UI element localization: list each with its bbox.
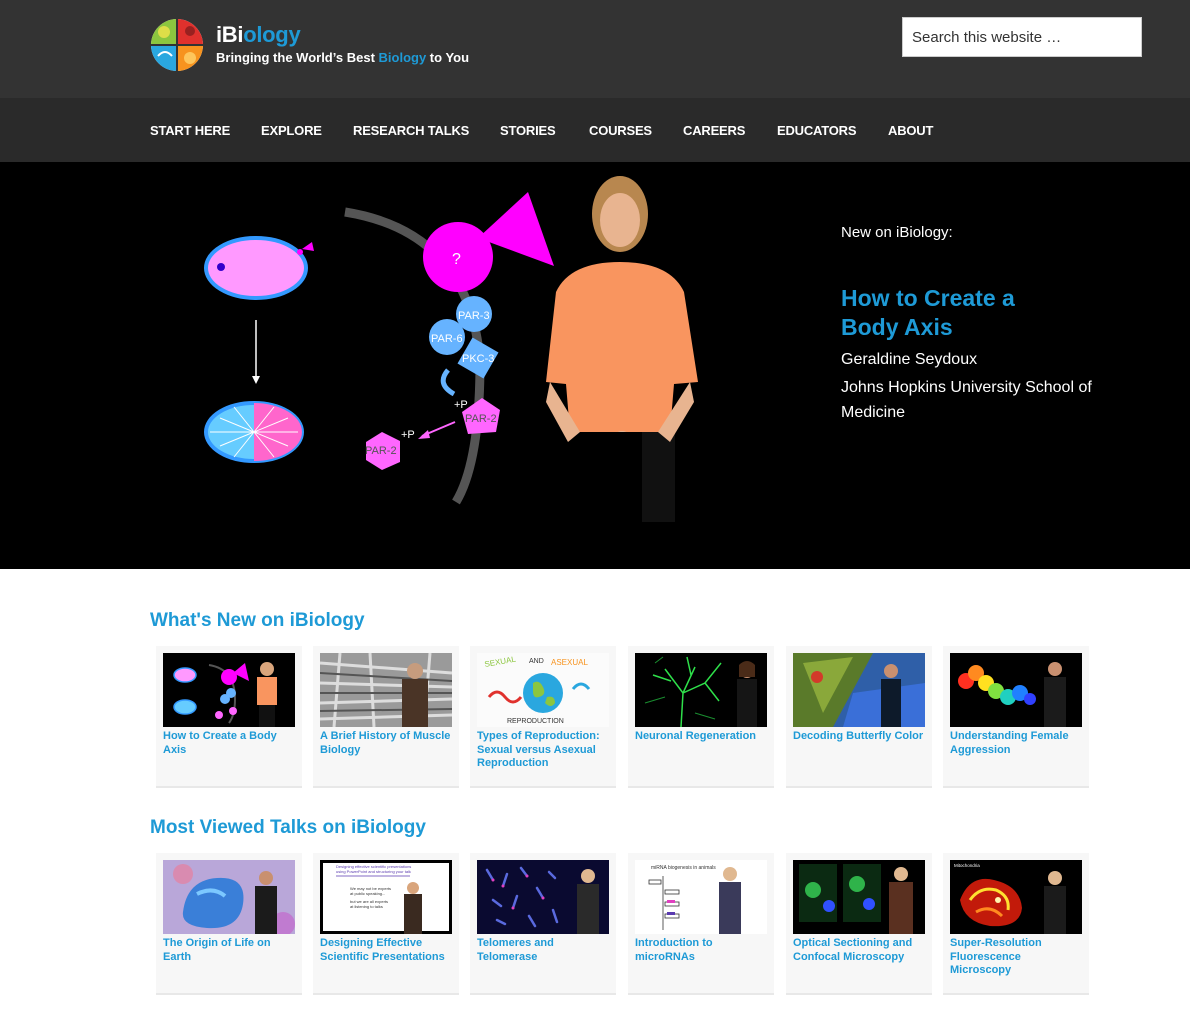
- video-thumbnail: [477, 860, 609, 934]
- video-title: Telomeres and Telomerase: [477, 937, 554, 963]
- video-title: Neuronal Regeneration: [635, 730, 757, 742]
- search-input[interactable]: [902, 17, 1142, 57]
- video-thumbnail: [793, 653, 925, 727]
- video-title: Decoding Butterfly Color: [793, 730, 924, 742]
- hero-diagram-label: +P: [401, 429, 415, 441]
- video-thumbnail: [320, 653, 452, 727]
- video-title: Super-Resolution Fluorescence Microscopy: [950, 937, 1042, 976]
- video-card[interactable]: Telomeres and Telomerase: [470, 853, 616, 995]
- hero-kicker: New on iBiology:: [841, 224, 953, 241]
- video-card[interactable]: Optical Sectioning and Confocal Microsco…: [786, 853, 932, 995]
- hero-speaker: Geraldine Seydoux: [841, 351, 978, 368]
- tagline-part-c: to You: [426, 50, 470, 65]
- video-card[interactable]: miRNA biogenesis in animals Introduction…: [628, 853, 774, 995]
- nav-item-courses[interactable]: COURSES: [589, 123, 652, 138]
- video-card[interactable]: Mitochondria Super-Resolution Fluorescen…: [943, 853, 1089, 995]
- tagline-part-b: Biology: [378, 50, 427, 65]
- hero-diagram-label: PKC-3: [462, 353, 494, 365]
- whats-new-heading: What's New on iBiology: [150, 610, 365, 631]
- hero-banner[interactable]: ? PAR-3 PAR-6 PKC-3 +P PAR-2 +P PAR-2 Ne…: [0, 162, 1190, 569]
- main-nav: START HERE EXPLORE RESEARCH TALKS STORIE…: [0, 98, 1190, 162]
- nav-item-start-here[interactable]: START HERE: [150, 123, 230, 138]
- nav-item-research-talks[interactable]: RESEARCH TALKS: [353, 123, 469, 138]
- ibiology-logo-icon[interactable]: [150, 18, 204, 72]
- hero-diagram-label: PAR-2: [465, 413, 497, 425]
- video-card[interactable]: Designing effective scientific presentat…: [313, 853, 459, 995]
- site-tagline: Bringing the World’s Best Biology to You: [216, 50, 469, 65]
- video-thumbnail: Mitochondria: [950, 860, 1082, 934]
- thumb-text: REPRODUCTION: [507, 718, 564, 725]
- hero-title-link[interactable]: How to Create a Body Axis: [841, 284, 1071, 342]
- video-card[interactable]: Understanding Female Aggression: [943, 646, 1089, 788]
- nav-item-stories[interactable]: STORIES: [500, 123, 556, 138]
- hero-diagram-label: PAR-3: [458, 310, 490, 322]
- nav-item-careers[interactable]: CAREERS: [683, 123, 745, 138]
- video-title: The Origin of Life on Earth: [163, 937, 271, 963]
- thumb-text: Mitochondria: [954, 863, 980, 868]
- thumb-text: using PowerPoint and structuring your ta…: [336, 869, 411, 874]
- thumb-text: miRNA biogenesis in animals: [651, 865, 716, 871]
- nav-item-about[interactable]: ABOUT: [888, 123, 933, 138]
- site-name-part-a: iBi: [216, 22, 244, 47]
- video-card[interactable]: SEXUAL AND ASEXUAL REPRODUCTION Types of…: [470, 646, 616, 788]
- video-title: Optical Sectioning and Confocal Microsco…: [793, 937, 913, 963]
- video-title: A Brief History of Muscle Biology: [320, 730, 451, 756]
- video-title: Designing Effective Scientific Presentat…: [320, 937, 445, 963]
- hero-institution: Johns Hopkins University School of Medic…: [841, 379, 1092, 421]
- video-thumbnail: [163, 653, 295, 727]
- tagline-part-a: Bringing the World’s Best: [216, 50, 379, 65]
- thumb-text: at listening to talks: [350, 904, 383, 909]
- video-thumbnail: [950, 653, 1082, 727]
- hero-diagram-label: PAR-6: [431, 333, 463, 345]
- video-card[interactable]: Decoding Butterfly Color: [786, 646, 932, 788]
- site-header: iBiology Bringing the World’s Best Biolo…: [0, 0, 1190, 98]
- presenter-figure: [546, 176, 698, 522]
- thumb-text: ASEXUAL: [551, 658, 588, 667]
- video-thumbnail: Designing effective scientific presentat…: [320, 860, 452, 934]
- video-card[interactable]: The Origin of Life on Earth: [156, 853, 302, 995]
- video-thumbnail: SEXUAL AND ASEXUAL REPRODUCTION: [477, 653, 609, 727]
- hero-diagram-label: +P: [454, 399, 468, 411]
- video-title: Types of Reproduction: Sexual versus Ase…: [477, 730, 600, 769]
- video-title: How to Create a Body Axis: [163, 730, 277, 756]
- thumb-text: at public speaking...: [350, 891, 385, 896]
- video-thumbnail: [163, 860, 295, 934]
- nav-item-educators[interactable]: EDUCATORS: [777, 123, 857, 138]
- hero-diagram-label: PAR-2: [365, 445, 397, 457]
- thumb-text: AND: [529, 658, 544, 665]
- video-title: Understanding Female Aggression: [950, 730, 1069, 756]
- hero-diagram-image: ? PAR-3 PAR-6 PKC-3 +P PAR-2 +P PAR-2: [204, 176, 698, 522]
- video-card[interactable]: Neuronal Regeneration: [628, 646, 774, 788]
- site-name-part-b: o: [243, 22, 257, 47]
- most-viewed-heading: Most Viewed Talks on iBiology: [150, 817, 426, 838]
- video-thumbnail: [793, 860, 925, 934]
- video-card[interactable]: How to Create a Body Axis: [156, 646, 302, 788]
- video-thumbnail: miRNA biogenesis in animals: [635, 860, 767, 934]
- site-name-part-c: logy: [256, 22, 301, 47]
- hero-diagram-label: ?: [452, 251, 461, 268]
- video-thumbnail: [635, 653, 767, 727]
- video-card[interactable]: A Brief History of Muscle Biology: [313, 646, 459, 788]
- site-name[interactable]: iBiology: [216, 22, 301, 48]
- video-title: Introduction to microRNAs: [635, 937, 713, 963]
- nav-item-explore[interactable]: EXPLORE: [261, 123, 322, 138]
